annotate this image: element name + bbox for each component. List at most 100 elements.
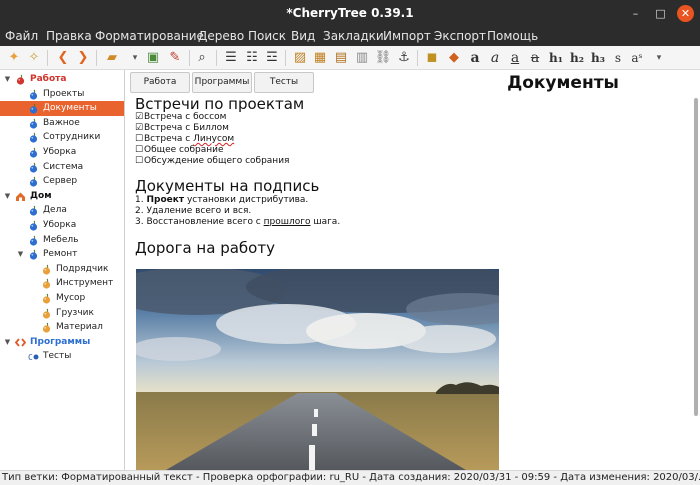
orange-cherry-icon xyxy=(42,264,51,275)
menu-export[interactable]: Экспорт xyxy=(434,27,486,46)
search-icon[interactable]: ⌕ xyxy=(193,49,211,67)
item-text: Восстановление всего с xyxy=(146,217,264,227)
add-node-icon[interactable]: ✦ xyxy=(5,49,23,67)
underline-icon[interactable]: a xyxy=(506,49,524,67)
save-icon[interactable]: ▣ xyxy=(144,49,162,67)
toolbar-overflow-icon[interactable]: ▾ xyxy=(650,49,668,67)
tree-node[interactable]: Важное xyxy=(0,116,124,131)
tree-node[interactable]: ▼ Ремонт xyxy=(0,247,124,262)
menu-bookmarks[interactable]: Закладки xyxy=(323,27,384,46)
tree-node[interactable]: Дела xyxy=(0,203,124,218)
toolbar-separator xyxy=(189,50,190,66)
tree-node-label: Инструмент xyxy=(56,278,114,289)
small-text-icon[interactable]: s xyxy=(609,49,627,67)
open-folder-icon[interactable]: ▰ xyxy=(103,49,121,67)
scrollbar-thumb[interactable] xyxy=(694,98,698,416)
tree-node[interactable]: Подрядчик xyxy=(0,262,124,277)
todo-text: Встреча с xyxy=(144,134,194,144)
checkbox-checked-icon[interactable]: ☑ xyxy=(135,112,144,123)
tree-node[interactable]: ▼ Работа xyxy=(0,72,124,87)
tree-node[interactable]: Сервер xyxy=(0,174,124,189)
menu-file[interactable]: Файл xyxy=(5,27,38,46)
tree-node[interactable]: Мусор xyxy=(0,291,124,306)
todo-item[interactable]: ☐Встреча с Линусом xyxy=(135,134,234,145)
insert-table-icon[interactable]: ▦ xyxy=(311,49,329,67)
insert-codebox-icon[interactable]: ▤ xyxy=(332,49,350,67)
strikethrough-icon[interactable]: a xyxy=(526,49,544,67)
tree-node[interactable]: Система xyxy=(0,160,124,175)
tab-programmy[interactable]: Программы xyxy=(192,72,252,93)
menu-view[interactable]: Вид xyxy=(291,27,315,46)
heading2-icon[interactable]: h₂ xyxy=(568,49,586,67)
menu-tree[interactable]: Дерево xyxy=(198,27,244,46)
editor-scrollbar[interactable] xyxy=(692,94,700,470)
go-forward-icon[interactable]: ❯ xyxy=(74,49,92,67)
italic-icon[interactable]: a xyxy=(486,49,504,67)
todo-item[interactable]: ☐Общее собрание xyxy=(135,145,224,156)
todo-item[interactable]: ☑Встреча с боссом xyxy=(135,112,226,123)
bold-icon[interactable]: a xyxy=(466,49,484,67)
tree-node[interactable]: Уборка xyxy=(0,145,124,160)
anchor-icon[interactable]: ⚓ xyxy=(395,49,413,67)
orange-cherry-icon xyxy=(42,279,51,289)
tree-node[interactable]: ▼ Программы xyxy=(0,335,124,350)
menu-search[interactable]: Поиск xyxy=(248,27,286,46)
tab-rabota[interactable]: Работа xyxy=(130,72,190,93)
toolbar-separator xyxy=(47,50,48,66)
open-folder-dropdown-icon[interactable]: ▾ xyxy=(126,49,144,67)
menu-import[interactable]: Импорт xyxy=(383,27,431,46)
menu-help[interactable]: Помощь xyxy=(487,27,538,46)
expand-arrow-icon[interactable]: ▼ xyxy=(3,335,12,350)
tree-node[interactable]: ▼ Дом xyxy=(0,189,124,204)
tree-node[interactable]: C Тесты xyxy=(0,349,124,364)
tree-node[interactable]: Мебель xyxy=(0,233,124,248)
expand-arrow-icon[interactable]: ▼ xyxy=(3,189,12,204)
tab-testy[interactable]: Тесты xyxy=(254,72,314,93)
menu-format[interactable]: Форматирование xyxy=(95,27,204,46)
tree-node[interactable]: Уборка xyxy=(0,218,124,233)
tree-node[interactable]: Инструмент xyxy=(0,276,124,291)
insert-link-icon[interactable]: ⛓ xyxy=(374,49,392,67)
add-subnode-icon[interactable]: ✧ xyxy=(25,49,43,67)
tree-node[interactable]: Материал xyxy=(0,320,124,335)
checkbox-unchecked-icon[interactable]: ☐ xyxy=(135,156,144,167)
checkbox-unchecked-icon[interactable]: ☐ xyxy=(135,134,144,145)
minimize-button[interactable]: – xyxy=(627,5,644,22)
blue-cherry-icon xyxy=(29,249,38,260)
tree-node[interactable]: Проекты xyxy=(0,87,124,102)
tree-node[interactable]: Документы xyxy=(0,101,124,117)
highlight-color-icon[interactable]: ◆ xyxy=(445,49,463,67)
road-photo-image[interactable] xyxy=(136,269,499,470)
menu-edit[interactable]: Правка xyxy=(46,27,92,46)
go-back-icon[interactable]: ❮ xyxy=(54,49,72,67)
insert-file-icon[interactable]: ▥ xyxy=(353,49,371,67)
todo-item[interactable]: ☑Встреча с Биллом xyxy=(135,123,229,134)
checkbox-checked-icon[interactable]: ☑ xyxy=(135,123,144,134)
heading3-icon[interactable]: h₃ xyxy=(589,49,607,67)
superscript-icon[interactable]: aˢ xyxy=(628,49,646,67)
maximize-button[interactable]: □ xyxy=(652,5,669,22)
road-photo-drawing xyxy=(136,269,499,470)
tree-node-label: Грузчик xyxy=(56,307,94,318)
rich-text-editor[interactable]: Встречи по проектам ☑Встреча с боссом ☑В… xyxy=(125,94,692,470)
todo-item[interactable]: ☐Обсуждение общего собрания xyxy=(135,156,289,167)
toolbar-separator xyxy=(285,50,286,66)
heading-meetings: Встречи по проектам xyxy=(135,95,305,113)
cherrytree-window: *CherryTree 0.39.1 – □ ✕ Файл Правка Фор… xyxy=(0,0,700,485)
export-icon[interactable]: ✎ xyxy=(166,49,184,67)
insert-image-icon[interactable]: ▨ xyxy=(291,49,309,67)
checkbox-unchecked-icon[interactable]: ☐ xyxy=(135,145,144,156)
expand-arrow-icon[interactable]: ▼ xyxy=(3,72,12,87)
numbered-list-icon[interactable]: ☷ xyxy=(243,49,261,67)
tree-node-label: Подрядчик xyxy=(56,263,109,274)
expand-arrow-icon[interactable]: ▼ xyxy=(16,247,25,262)
todo-list-icon[interactable]: ☲ xyxy=(263,49,281,67)
tree-node[interactable]: Сотрудники xyxy=(0,130,124,145)
bulleted-list-icon[interactable]: ☰ xyxy=(222,49,240,67)
heading1-icon[interactable]: h₁ xyxy=(547,49,565,67)
close-button[interactable]: ✕ xyxy=(677,5,694,22)
tree-node-label: Работа xyxy=(30,74,67,84)
text-color-icon[interactable]: ◼ xyxy=(423,49,441,67)
status-bar: Тип ветки: Форматированный текст - Прове… xyxy=(0,470,700,485)
tree-node[interactable]: Грузчик xyxy=(0,306,124,321)
